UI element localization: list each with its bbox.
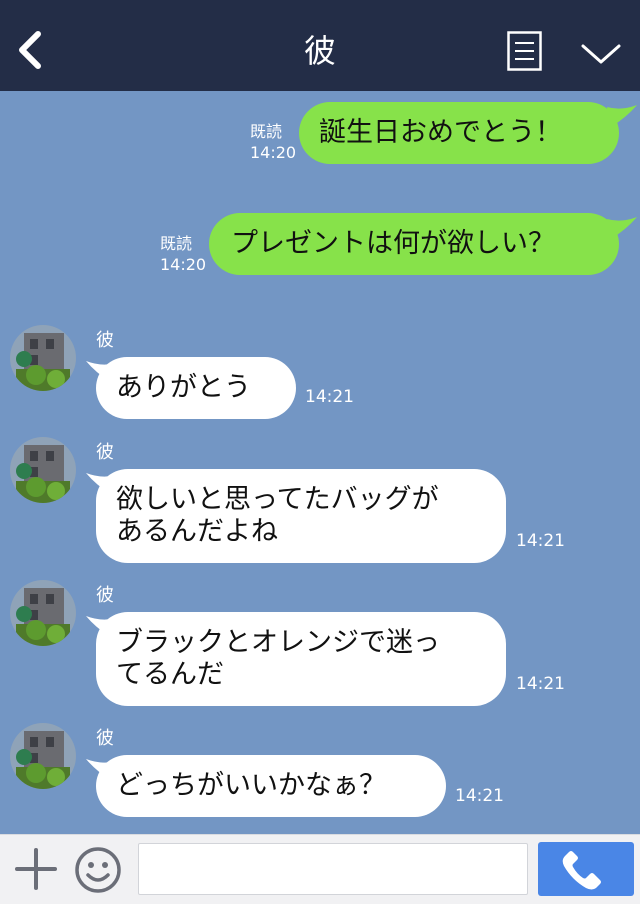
menu-list-icon[interactable] xyxy=(507,31,542,71)
avatar-photo-icon xyxy=(10,580,76,646)
avatar-photo-icon xyxy=(10,723,76,789)
sent-message-bubble[interactable]: 誕生日おめでとう！ xyxy=(299,102,619,164)
sender-name: 彼 xyxy=(96,728,114,749)
avatar[interactable] xyxy=(10,437,76,503)
sender-name: 彼 xyxy=(96,585,114,606)
received-message-bubble[interactable]: 欲しいと思ってたバッグが あるんだよね xyxy=(96,469,506,563)
message-input[interactable] xyxy=(138,843,528,895)
sender-name: 彼 xyxy=(96,330,114,351)
chevron-down-icon[interactable] xyxy=(580,42,622,66)
read-receipt: 既読 14:20 xyxy=(250,122,297,162)
smiley-icon[interactable] xyxy=(73,845,123,895)
avatar-photo-icon xyxy=(10,437,76,503)
avatar[interactable] xyxy=(10,580,76,646)
received-message-bubble[interactable]: ブラックとオレンジで迷っ てるんだ xyxy=(96,612,506,706)
timestamp: 14:21 xyxy=(305,387,354,407)
timestamp: 14:21 xyxy=(516,531,565,551)
timestamp: 14:21 xyxy=(516,674,565,694)
avatar-photo-icon xyxy=(10,325,76,391)
phone-icon xyxy=(562,849,601,890)
chat-area: 誕生日おめでとう！ 既読 14:20 プレゼントは何が欲しい？ 既読 14:20… xyxy=(0,91,640,834)
call-button[interactable] xyxy=(538,842,634,896)
timestamp: 14:20 xyxy=(160,255,207,274)
read-receipt: 既読 14:20 xyxy=(160,234,207,274)
plus-icon[interactable] xyxy=(14,847,58,891)
sent-message-bubble[interactable]: プレゼントは何が欲しい？ xyxy=(209,213,619,275)
received-message-bubble[interactable]: どっちがいいかなぁ？ xyxy=(96,755,446,817)
chat-title: 彼 xyxy=(303,32,336,70)
avatar[interactable] xyxy=(10,325,76,391)
avatar[interactable] xyxy=(10,723,76,789)
timestamp: 14:20 xyxy=(250,143,297,162)
received-message-bubble[interactable]: ありがとう xyxy=(96,357,296,419)
message-input-bar xyxy=(0,834,640,904)
sender-name: 彼 xyxy=(96,442,114,463)
timestamp: 14:21 xyxy=(455,786,504,806)
chat-header: 彼 xyxy=(0,0,640,91)
